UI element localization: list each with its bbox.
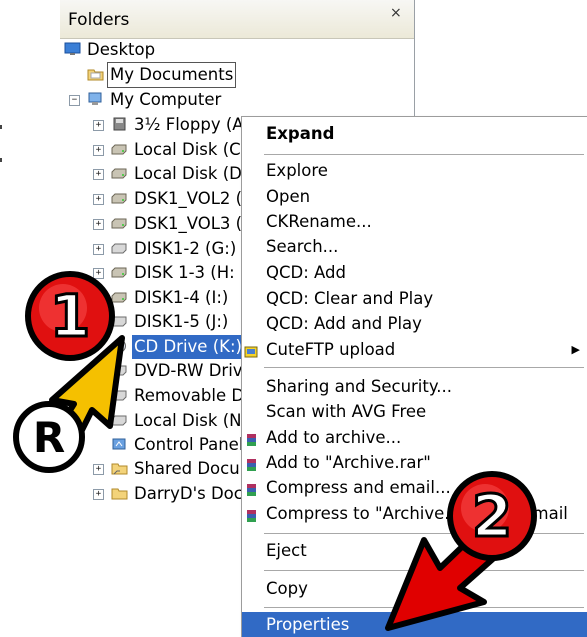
- tree-item-my-documents[interactable]: My Documents: [87, 62, 237, 88]
- folder-icon: [111, 486, 128, 500]
- tree-item-control-panel[interactable]: Control Panel: [111, 433, 245, 457]
- tree-item-removable-disk[interactable]: Removable D: [111, 384, 246, 408]
- menu-item-explore[interactable]: Explore: [242, 158, 587, 183]
- local-disk-icon: [111, 142, 128, 156]
- tree-item-dsk1-vol3[interactable]: DSK1_VOL3 (: [111, 212, 244, 236]
- tree-item-desktop[interactable]: Desktop: [64, 38, 157, 62]
- tree-item-cd-drive[interactable]: CD Drive (K:): [111, 335, 244, 359]
- tree-item-dvd-rw-drive[interactable]: DVD-RW Driv: [111, 359, 245, 383]
- tree-item-shared-documents[interactable]: Shared Docu: [111, 457, 242, 481]
- floppy-drive-icon: [111, 117, 128, 131]
- menu-separator: [264, 367, 584, 368]
- tree-item-local-disk-c[interactable]: Local Disk (C:: [111, 138, 248, 162]
- step-one-badge: 1: [25, 271, 115, 361]
- menu-item-sharing-and-security[interactable]: Sharing and Security...: [242, 374, 587, 399]
- tree-item-disk-1-3[interactable]: DISK 1-3 (H:: [111, 261, 237, 285]
- local-disk-icon: [111, 166, 128, 180]
- collapse-my-computer-toggle[interactable]: −: [69, 95, 80, 106]
- desktop-icon: [64, 42, 81, 56]
- expand-darryd-documents-toggle[interactable]: +: [93, 489, 104, 500]
- step-two-label: 2: [472, 482, 512, 550]
- winrar-icon: [244, 480, 259, 496]
- my-computer-icon: [87, 92, 104, 106]
- menu-item-expand[interactable]: Expand: [242, 121, 587, 146]
- step-one-label: 1: [50, 282, 90, 350]
- close-pane-button[interactable]: ×: [390, 5, 402, 21]
- left-edge-mark: [0, 158, 2, 162]
- right-click-badge: R: [13, 401, 85, 473]
- step-two-badge: 2: [447, 471, 537, 561]
- my-documents-icon: [87, 67, 104, 81]
- menu-item-scan-with-avg[interactable]: Scan with AVG Free: [242, 399, 587, 424]
- tree-item-local-disk-n[interactable]: Local Disk (N: [111, 409, 243, 433]
- local-disk-icon: [111, 241, 128, 255]
- tree-item-disk1-4[interactable]: DISK1-4 (I:): [111, 286, 230, 310]
- tree-item-darryd-documents[interactable]: DarryD's Doc: [111, 482, 245, 506]
- expand-dsk1-vol2-toggle[interactable]: +: [93, 194, 104, 205]
- winrar-icon: [244, 455, 259, 471]
- winrar-icon: [244, 506, 259, 522]
- expand-disk1-2-toggle[interactable]: +: [93, 244, 104, 255]
- local-disk-icon: [111, 216, 128, 230]
- menu-item-qcd-add[interactable]: QCD: Add: [242, 260, 587, 285]
- winrar-icon: [244, 430, 259, 446]
- folders-pane-title: Folders: [68, 10, 130, 30]
- expand-local-disk-d-toggle[interactable]: +: [93, 169, 104, 180]
- cuteftp-icon: [244, 342, 259, 358]
- menu-item-cuteftp-upload[interactable]: CuteFTP upload ▶: [242, 337, 587, 362]
- menu-item-qcd-add-and-play[interactable]: QCD: Add and Play: [242, 311, 587, 336]
- tree-item-my-computer[interactable]: My Computer: [87, 88, 223, 112]
- menu-item-open[interactable]: Open: [242, 184, 587, 209]
- expand-local-disk-c-toggle[interactable]: +: [93, 145, 104, 156]
- menu-separator: [264, 154, 584, 155]
- tree-item-local-disk-d[interactable]: Local Disk (D: [111, 162, 244, 186]
- menu-item-search[interactable]: Search...: [242, 234, 587, 259]
- right-click-label: R: [33, 413, 65, 462]
- menu-item-qcd-clear-and-play[interactable]: QCD: Clear and Play: [242, 286, 587, 311]
- tree-item-dsk1-vol2[interactable]: DSK1_VOL2 (: [111, 187, 244, 211]
- menu-item-ckrename[interactable]: CKRename...: [242, 209, 587, 234]
- local-disk-icon: [111, 191, 128, 205]
- folders-pane-header: Folders ×: [60, 0, 414, 39]
- expand-dsk1-vol3-toggle[interactable]: +: [93, 219, 104, 230]
- tree-item-disk1-2[interactable]: DISK1-2 (G:): [111, 237, 238, 261]
- menu-item-add-to-archive[interactable]: Add to archive...: [242, 425, 587, 450]
- left-edge-mark: [0, 125, 2, 129]
- expand-floppy-toggle[interactable]: +: [93, 120, 104, 131]
- submenu-arrow-icon: ▶: [571, 343, 580, 356]
- tree-item-floppy[interactable]: 3½ Floppy (A: [111, 113, 246, 137]
